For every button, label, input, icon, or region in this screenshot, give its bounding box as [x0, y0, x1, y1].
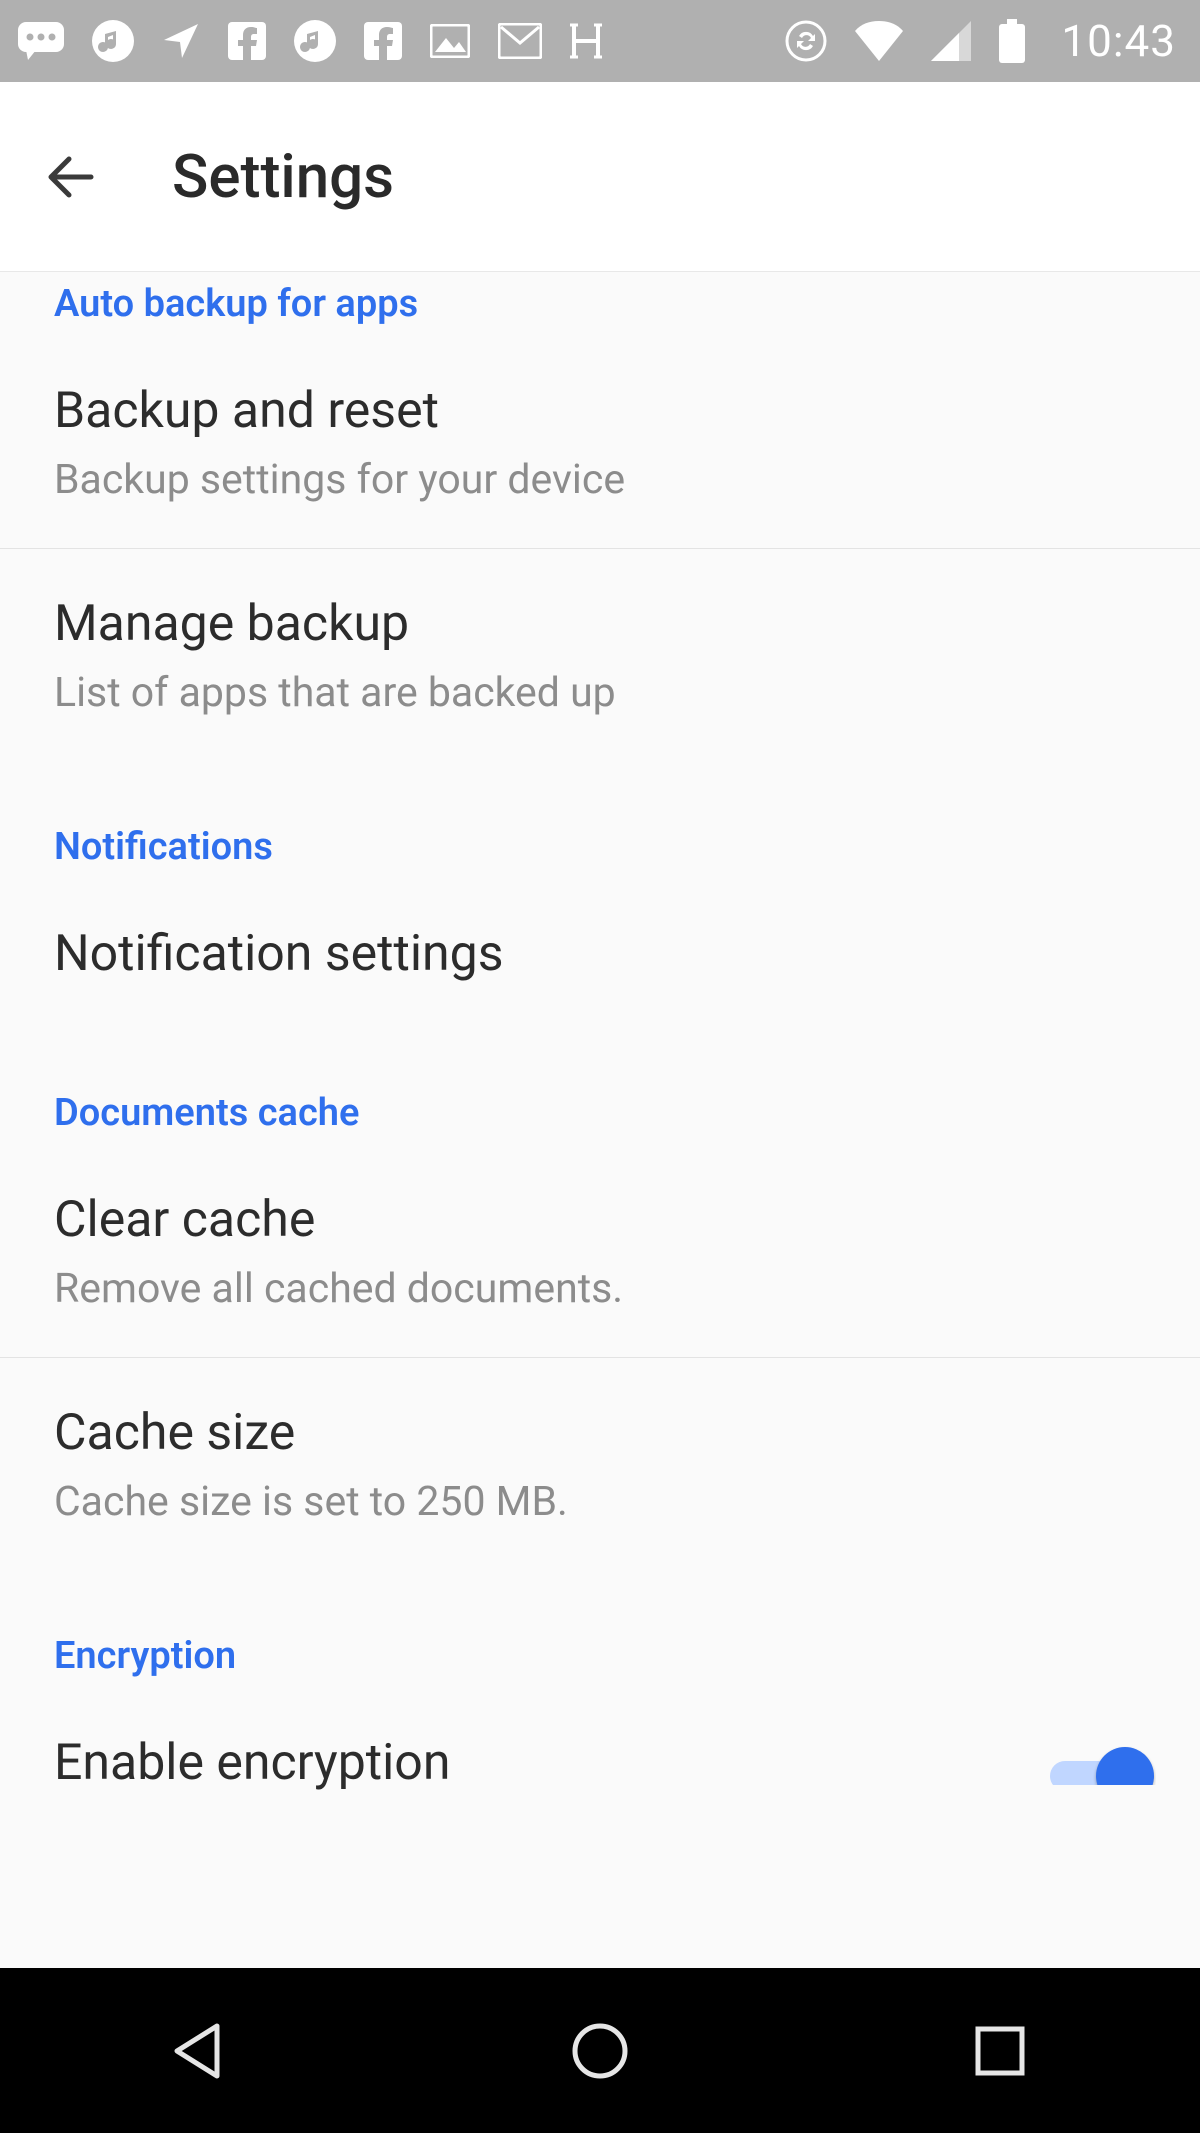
nav-back-button[interactable] — [100, 1968, 300, 2133]
row-enable-encryption[interactable]: Enable encryption — [0, 1688, 1200, 1800]
row-title: Clear cache — [54, 1191, 1146, 1249]
settings-list: Auto backup for apps Backup and reset Ba… — [0, 272, 1200, 1800]
app-bar: Settings — [0, 82, 1200, 272]
section-header-documents-cache: Documents cache — [0, 1027, 1200, 1145]
section-header-auto-backup: Auto backup for apps — [0, 272, 1200, 336]
battery-icon — [999, 19, 1025, 63]
status-bar-right: 10:43 — [785, 15, 1176, 67]
row-title: Backup and reset — [54, 382, 1146, 440]
row-subtitle: Remove all cached documents. — [54, 1265, 1146, 1313]
android-nav-bar — [0, 1968, 1200, 2133]
gmail-icon — [498, 23, 542, 59]
location-icon — [162, 22, 200, 60]
row-title: Cache size — [54, 1404, 1146, 1462]
status-bar: 10:43 — [0, 0, 1200, 82]
row-notification-settings[interactable]: Notification settings — [0, 879, 1200, 1027]
switch-clip — [1046, 1741, 1156, 1785]
row-subtitle: List of apps that are backed up — [54, 669, 1146, 717]
back-button[interactable] — [40, 147, 100, 207]
facebook-icon — [228, 22, 266, 60]
image-icon — [430, 24, 470, 58]
nav-recents-button[interactable] — [900, 1968, 1100, 2133]
row-backup-and-reset[interactable]: Backup and reset Backup settings for you… — [0, 336, 1200, 549]
sync-icon — [785, 20, 827, 62]
music-icon — [92, 20, 134, 62]
row-subtitle: Cache size is set to 250 MB. — [54, 1478, 1146, 1526]
row-subtitle: Backup settings for your device — [54, 456, 1146, 504]
facebook-icon-2 — [364, 22, 402, 60]
section-header-notifications: Notifications — [0, 761, 1200, 879]
wifi-icon — [855, 21, 903, 61]
nav-home-button[interactable] — [500, 1968, 700, 2133]
status-bar-left — [18, 20, 602, 62]
row-cache-size[interactable]: Cache size Cache size is set to 250 MB. — [0, 1358, 1200, 1570]
row-clear-cache[interactable]: Clear cache Remove all cached documents. — [0, 1145, 1200, 1358]
toggle-thumb — [1096, 1747, 1154, 1785]
row-title: Notification settings — [54, 925, 1146, 983]
row-title: Manage backup — [54, 595, 1146, 653]
enable-encryption-toggle[interactable] — [1050, 1747, 1154, 1785]
music-icon-2 — [294, 20, 336, 62]
row-title: Enable encryption — [54, 1734, 450, 1792]
chat-icon — [18, 22, 64, 60]
section-header-encryption: Encryption — [0, 1570, 1200, 1688]
status-clock: 10:43 — [1061, 15, 1176, 67]
page-title: Settings — [172, 141, 394, 212]
row-manage-backup[interactable]: Manage backup List of apps that are back… — [0, 549, 1200, 761]
h-icon — [570, 23, 602, 59]
cell-signal-icon — [931, 21, 971, 61]
